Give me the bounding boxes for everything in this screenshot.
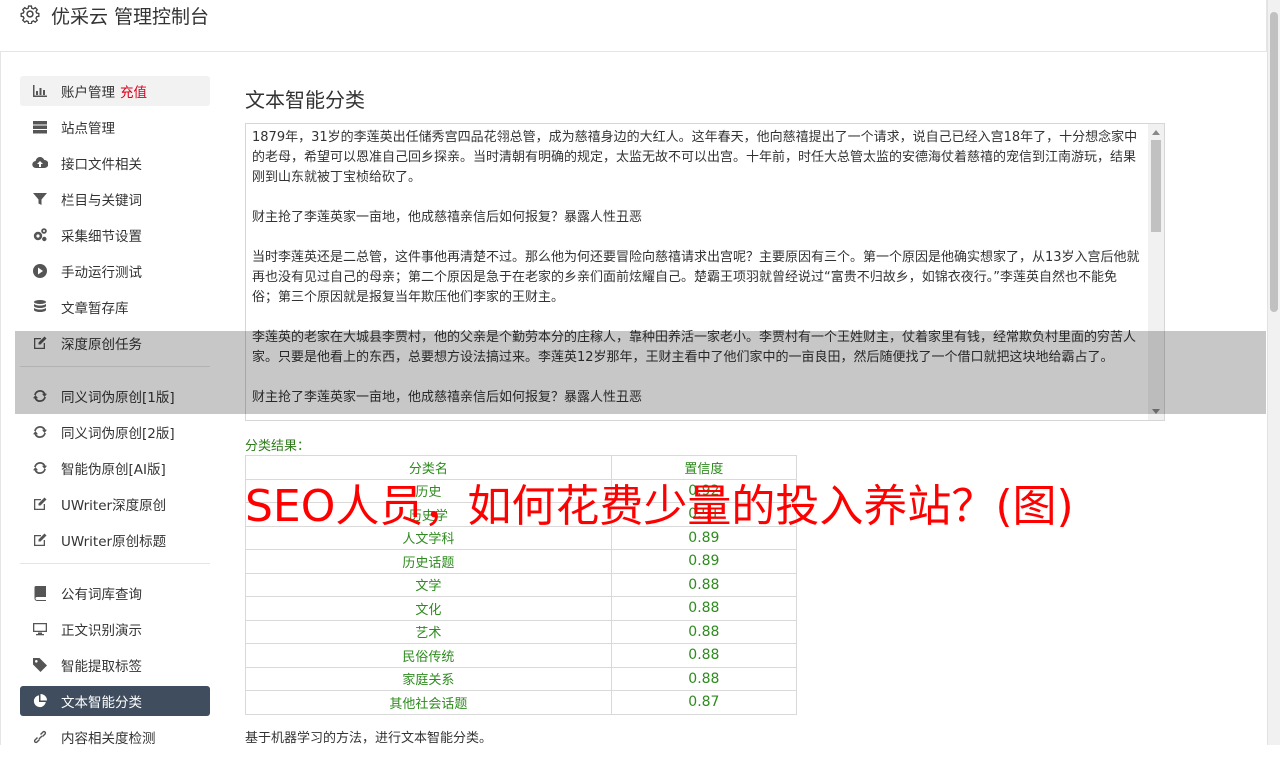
sidebar-item-label: 栏目与关键词 — [61, 193, 142, 209]
page-scrollbar-thumb[interactable] — [1270, 12, 1278, 312]
cloud-upload-icon — [31, 154, 49, 172]
confidence-cell: 0.88 — [610, 666, 798, 691]
scroll-up-arrow-icon[interactable] — [1152, 130, 1160, 135]
text-paragraph: 1879年，31岁的李莲英出任储秀宫四品花翎总管，成为慈禧身边的大红人。这年春天… — [252, 130, 1138, 185]
confidence-cell: 0.87 — [610, 690, 798, 715]
page-title: 文本智能分类 — [245, 88, 365, 112]
table-row: 艺术 0.88 — [245, 619, 798, 644]
sidebar-item-label: 正文识别演示 — [61, 623, 142, 639]
confidence-cell: 0.89 — [610, 549, 798, 574]
watermark-caption: SEO人员，如何花费少量的投入养站？(图) — [245, 481, 1074, 532]
sidebar-item-label: 公有词库查询 — [61, 587, 142, 603]
filter-icon — [31, 190, 49, 208]
sidebar-item-label: UWriter深度原创 — [61, 498, 167, 514]
sidebar-item-label: 手动运行测试 — [61, 265, 142, 281]
sidebar-item-columns-keywords[interactable]: 栏目与关键词 — [20, 184, 210, 214]
text-paragraph: 当时李莲英还是二总管，这件事他再清楚不过。那么他为何还要冒险向慈禧请求出宫呢？主… — [252, 250, 1140, 305]
database-icon — [31, 298, 49, 316]
sidebar-item-label: 智能伪原创[AI版] — [61, 462, 166, 478]
sidebar-item-body-extraction[interactable]: 正文识别演示 — [20, 614, 210, 644]
server-icon — [31, 118, 49, 136]
category-cell: 文化 — [245, 596, 612, 621]
gear-icon — [20, 5, 40, 24]
monitor-icon — [31, 620, 49, 638]
sidebar-item-account[interactable]: 账户管理 充值 — [20, 76, 210, 106]
sidebar-item-label: 内容相关度检测 — [61, 731, 156, 747]
category-cell: 其他社会话题 — [245, 690, 612, 715]
cogs-icon — [31, 226, 49, 244]
sidebar-item-label: 站点管理 — [61, 121, 115, 137]
play-circle-icon — [31, 262, 49, 280]
sidebar-item-sites[interactable]: 站点管理 — [20, 112, 210, 142]
refresh-icon — [31, 423, 49, 441]
sidebar-item-label: 账户管理 — [61, 85, 115, 101]
confidence-cell: 0.88 — [610, 596, 798, 621]
sidebar-item-label: 文本智能分类 — [61, 695, 142, 711]
pie-chart-icon — [31, 692, 49, 710]
tag-icon — [31, 656, 49, 674]
result-label: 分类结果： — [245, 439, 311, 454]
table-row: 民俗传统 0.88 — [245, 643, 798, 668]
app-title: 优采云 管理控制台 — [51, 6, 210, 28]
sidebar-item-label: UWriter原创标题 — [61, 534, 167, 550]
book-icon — [31, 584, 49, 602]
sidebar-item-relevance-check[interactable]: 内容相关度检测 — [20, 722, 210, 752]
confidence-cell: 0.88 — [610, 619, 798, 644]
sidebar-item-label: 接口文件相关 — [61, 157, 142, 173]
sidebar: 账户管理 充值 站点管理 接口文件相关 栏目与关键词 采集细节设置 手动运行测试… — [20, 76, 210, 758]
refresh-icon — [31, 459, 49, 477]
textbox-scrollbar-thumb[interactable] — [1151, 140, 1161, 232]
confidence-cell: 0.88 — [610, 643, 798, 668]
sidebar-item-uwriter-deep[interactable]: UWriter深度原创 — [20, 489, 210, 519]
recharge-link[interactable]: 充值 — [120, 81, 147, 101]
category-cell: 艺术 — [245, 619, 612, 644]
table-row: 家庭关系 0.88 — [245, 666, 798, 691]
sidebar-item-text-classification[interactable]: 文本智能分类 — [20, 686, 210, 716]
sidebar-item-tag-extraction[interactable]: 智能提取标签 — [20, 650, 210, 680]
confidence-cell: 0.88 — [610, 572, 798, 597]
dim-overlay — [15, 331, 1266, 414]
sidebar-item-ai-rewrite[interactable]: 智能伪原创[AI版] — [20, 453, 210, 483]
bar-chart-icon — [31, 82, 49, 100]
page-scrollbar[interactable] — [1267, 0, 1280, 745]
text-paragraph: 财主抢了李莲英家一亩地，他成慈禧亲信后如何报复？暴露人性丑恶 — [252, 210, 643, 225]
sidebar-item-article-store[interactable]: 文章暂存库 — [20, 292, 210, 322]
sidebar-item-label: 文章暂存库 — [61, 301, 129, 317]
page-border — [0, 52, 1, 745]
sidebar-item-public-lexicon[interactable]: 公有词库查询 — [20, 578, 210, 608]
top-bar: 优采云 管理控制台 — [0, 0, 1267, 52]
sidebar-item-label: 同义词伪原创[2版] — [61, 426, 175, 442]
category-cell: 民俗传统 — [245, 643, 612, 668]
sidebar-item-api-files[interactable]: 接口文件相关 — [20, 148, 210, 178]
sidebar-item-collect-settings[interactable]: 采集细节设置 — [20, 220, 210, 250]
link-icon — [31, 728, 49, 746]
table-row: 文化 0.88 — [245, 596, 798, 621]
category-cell: 家庭关系 — [245, 666, 612, 691]
sidebar-item-synonym-v2[interactable]: 同义词伪原创[2版] — [20, 417, 210, 447]
category-cell: 历史话题 — [245, 549, 612, 574]
edit-icon — [31, 495, 49, 513]
sidebar-item-label: 智能提取标签 — [61, 659, 142, 675]
table-row: 文学 0.88 — [245, 572, 798, 597]
footnote: 基于机器学习的方法，进行文本智能分类。 — [245, 731, 493, 746]
sidebar-item-label: 采集细节设置 — [61, 229, 142, 245]
table-row: 其他社会话题 0.87 — [245, 690, 798, 715]
sidebar-item-manual-run[interactable]: 手动运行测试 — [20, 256, 210, 286]
sidebar-item-uwriter-title[interactable]: UWriter原创标题 — [20, 525, 210, 555]
table-row: 历史话题 0.89 — [245, 549, 798, 574]
sidebar-divider — [20, 563, 210, 564]
edit-icon — [31, 531, 49, 549]
category-cell: 文学 — [245, 572, 612, 597]
